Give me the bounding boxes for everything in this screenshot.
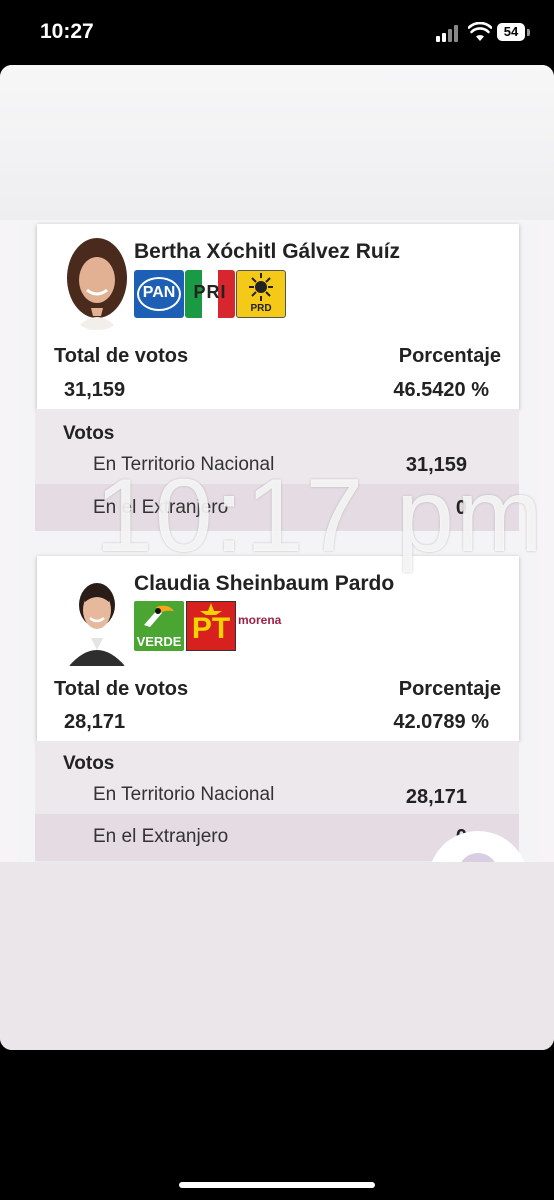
battery-icon: 54	[497, 23, 525, 41]
overlay-time-text: 10:17 pm	[95, 458, 545, 574]
home-indicator[interactable]	[179, 1182, 375, 1188]
national-value-2: 28,171	[405, 786, 467, 808]
battery-tip	[527, 29, 530, 36]
percent-value-1: 46.5420 %	[393, 379, 489, 401]
total-votes-label-1: Total de votos	[54, 345, 189, 367]
status-bar: 10:27 54	[0, 0, 554, 64]
content-sheet: Bertha Xóchitl Gálvez Ruíz PAN PRI PRD T…	[0, 65, 554, 1050]
prd-logo-text: PRD	[250, 303, 272, 314]
verde-logo-text: VERDE	[136, 634, 182, 649]
candidate-card-1: Bertha Xóchitl Gálvez Ruíz PAN PRI PRD T…	[37, 224, 519, 409]
pri-logo-text: PRI	[193, 282, 227, 302]
morena-logo: morena	[238, 613, 282, 627]
pan-logo-text: PAN	[142, 284, 176, 301]
percent-value-2: 42.0789 %	[393, 711, 489, 733]
signal-icon	[436, 24, 462, 42]
candidate-card-2: Claudia Sheinbaum Pardo VERDE PT morena …	[37, 556, 519, 741]
sheet-header-area	[0, 65, 554, 220]
bottom-panel	[0, 862, 554, 1050]
prd-logo: PRD	[236, 270, 286, 318]
percent-label-1: Porcentaje	[398, 345, 501, 367]
votos-title-2: Votos	[63, 753, 115, 774]
total-votes-value-2: 28,171	[64, 711, 126, 733]
wifi-icon	[468, 22, 492, 41]
candidate-name-1: Bertha Xóchitl Gálvez Ruíz	[134, 240, 401, 263]
pt-logo-text: PT	[191, 612, 231, 645]
candidate-photo-2	[65, 572, 129, 666]
toucan-icon	[144, 605, 174, 627]
sun-icon	[249, 273, 273, 301]
status-time: 10:27	[40, 20, 94, 43]
candidate-photo-1	[65, 238, 129, 330]
abroad-label-2: En el Extranjero	[93, 826, 229, 847]
pan-logo: PAN	[134, 270, 184, 318]
verde-logo: VERDE	[134, 601, 184, 651]
pt-logo: PT	[186, 601, 236, 651]
pri-logo: PRI	[185, 270, 235, 318]
national-label-2: En Territorio Nacional	[93, 784, 275, 805]
total-votes-value-1: 31,159	[64, 379, 126, 401]
votos-title-1: Votos	[63, 423, 115, 444]
total-votes-label-2: Total de votos	[54, 678, 189, 700]
percent-label-2: Porcentaje	[398, 678, 501, 700]
